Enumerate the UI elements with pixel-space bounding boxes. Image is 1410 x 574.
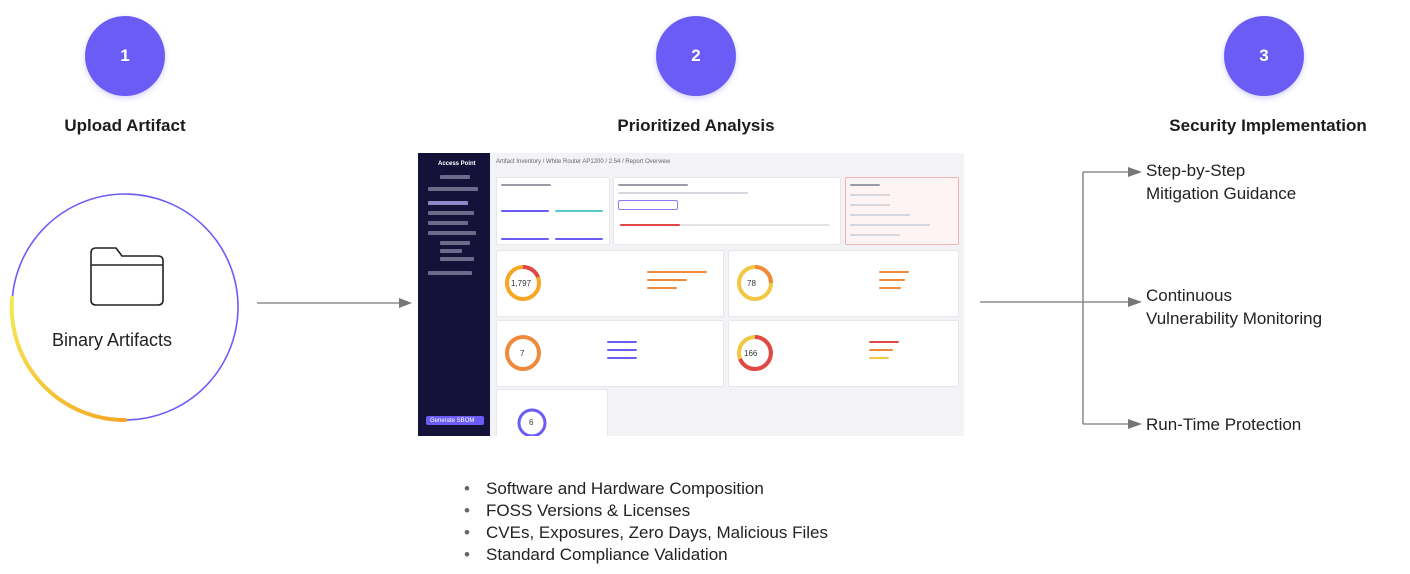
step-2-badge: 2	[656, 16, 736, 96]
analysis-bullet-list: • Software and Hardware Composition • FOSS…	[464, 478, 828, 566]
license-total: 166	[744, 349, 758, 358]
outcome-runtime-protection: Run-Time Protection	[1146, 415, 1302, 434]
zero-days-total: 7	[520, 349, 525, 358]
folder-icon	[90, 247, 164, 306]
upload-progress-ring	[9, 193, 239, 423]
dashboard-sidebar-title: Access Point	[438, 161, 476, 167]
step-3-title: Security Implementation	[1169, 116, 1367, 135]
exposures-total: 78	[747, 279, 756, 288]
artifact-label: Binary Artifacts	[52, 330, 173, 350]
list-item: • CVEs, Exposures, Zero Days, Malicious F…	[464, 523, 828, 542]
generate-sbom-button: Generate SBOM	[430, 418, 475, 424]
cves-total: 1,797	[511, 279, 532, 288]
dashboard-sidebar: Access Point	[418, 153, 490, 436]
list-item: • Software and Hardware Composition	[464, 479, 764, 498]
outcome-mitigation-guidance: Step-by-Step Mitigation Guidance	[1146, 161, 1297, 203]
step-1-badge: 1	[85, 16, 165, 96]
arrow-to-implementation	[980, 167, 1142, 429]
list-item: • Standard Compliance Validation	[464, 545, 728, 564]
step-2-title: Prioritized Analysis	[617, 116, 775, 135]
sbom-total: 6	[529, 418, 534, 427]
outcome-vulnerability-monitoring: Continuous Vulnerability Monitoring	[1146, 286, 1323, 328]
step-3-badge: 3	[1224, 16, 1304, 96]
report-overview-screenshot: Access Point Artifact Inventory / White …	[418, 153, 964, 436]
arrow-to-analysis	[257, 298, 412, 308]
list-item: • FOSS Versions & Licenses	[464, 501, 691, 520]
dashboard-breadcrumb: Artifact Inventory / White Router AP1200…	[496, 159, 671, 165]
step-1-title: Upload Artifact	[64, 116, 186, 135]
